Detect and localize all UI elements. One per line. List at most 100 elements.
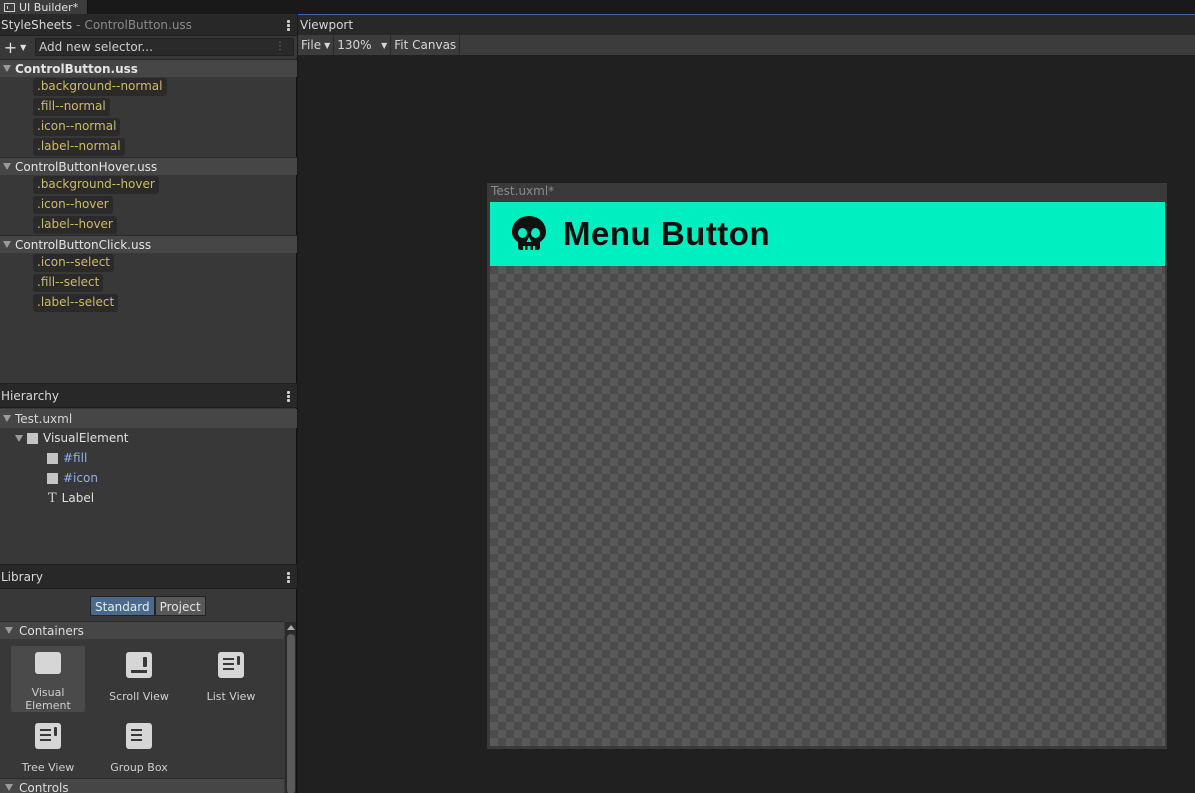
zoom-value: 130% <box>337 38 372 52</box>
tab-project[interactable]: Project <box>154 596 206 616</box>
hierarchy-root[interactable]: Test.uxml <box>0 409 297 428</box>
selector-pill[interactable]: .background--hover <box>33 176 159 194</box>
chevron-down-icon: ▼ <box>324 40 331 50</box>
stylesheets-active-file: ControlButton.uss <box>84 17 192 32</box>
add-selector-input[interactable]: Add new selector... ⋮ <box>35 38 294 56</box>
text-icon: T <box>48 490 57 506</box>
hierarchy-menu-icon[interactable] <box>287 391 290 402</box>
hierarchy-title: Hierarchy <box>1 388 60 403</box>
tab-standard[interactable]: Standard <box>90 596 155 616</box>
hierarchy-item-label: #icon <box>63 471 98 485</box>
selector-pill[interactable]: .icon--hover <box>33 196 113 214</box>
ui-builder-tab[interactable]: UI Builder* <box>0 0 88 14</box>
scroll-up-icon[interactable] <box>286 625 295 630</box>
stylesheet-file[interactable]: ControlButton.uss <box>0 59 297 77</box>
library-section-controls[interactable]: Controls <box>0 778 284 793</box>
library-menu-icon[interactable] <box>287 572 290 583</box>
selector-row[interactable]: .fill--select <box>0 273 297 293</box>
hierarchy-item[interactable]: T Label <box>0 488 297 508</box>
menu-button-label: Menu Button <box>563 215 771 252</box>
zoom-dropdown[interactable]: 130% ▼ <box>334 35 392 55</box>
selector-pill[interactable]: .icon--select <box>33 254 115 272</box>
group-box-icon <box>126 723 152 749</box>
hierarchy-item-label: Label <box>61 491 95 505</box>
library-section-containers[interactable]: Containers <box>0 621 284 639</box>
chevron-down-icon: ▼ <box>20 42 27 52</box>
canvas-frame[interactable]: Test.uxml* Menu Button <box>487 183 1167 749</box>
stylesheets-menu-icon[interactable] <box>287 20 290 31</box>
library-item-scroll-view[interactable]: Scroll View <box>102 646 176 712</box>
hierarchy-header: Hierarchy <box>0 383 297 408</box>
foldout-icon[interactable] <box>5 627 13 634</box>
selector-options-icon[interactable]: ⋮ <box>275 39 285 55</box>
library-scrollbar[interactable] <box>285 622 296 793</box>
library-title: Library <box>1 569 43 584</box>
foldout-icon[interactable] <box>3 65 11 72</box>
fit-canvas-label: Fit Canvas <box>394 38 457 52</box>
foldout-icon[interactable] <box>3 163 11 170</box>
ui-builder-tab-label: UI Builder* <box>19 0 79 14</box>
foldout-icon[interactable] <box>3 241 11 248</box>
file-menu-button[interactable]: File ▼ <box>298 35 335 55</box>
hierarchy-item[interactable]: VisualElement <box>0 428 297 448</box>
library-item-label: List View <box>206 690 256 703</box>
library-item-tree-view[interactable]: Tree View <box>11 717 85 783</box>
library-section-label: Controls <box>19 780 69 793</box>
selector-row[interactable]: .label--hover <box>0 215 297 235</box>
hierarchy-item[interactable]: #fill <box>0 448 297 468</box>
selector-pill[interactable]: .background--normal <box>33 78 167 96</box>
library-header: Library <box>0 564 297 589</box>
selector-pill[interactable]: .icon--normal <box>33 118 121 136</box>
hierarchy-item[interactable]: #icon <box>0 468 297 488</box>
foldout-icon[interactable] <box>3 415 11 422</box>
selector-row[interactable]: .background--normal <box>0 77 297 97</box>
hierarchy-item-label: VisualElement <box>43 431 129 445</box>
menu-button-preview[interactable]: Menu Button <box>490 202 1165 266</box>
visual-element-icon <box>47 472 58 484</box>
library-item-group-box[interactable]: Group Box <box>102 717 176 783</box>
library-item-label: Scroll View <box>109 690 169 703</box>
library-item-visual-element[interactable]: Visual Element <box>11 646 85 712</box>
fit-canvas-button[interactable]: Fit Canvas <box>391 35 461 55</box>
viewport-panel: Viewport File ▼ 130% ▼ Fit Canvas Test.u… <box>298 14 1195 793</box>
selector-row[interactable]: .fill--normal <box>0 97 297 117</box>
chevron-down-icon: ▼ <box>381 40 388 50</box>
list-view-icon <box>218 652 244 678</box>
stylesheets-header: StyleSheets - ControlButton.uss <box>0 14 297 36</box>
stylesheet-file-name: ControlButtonClick.uss <box>15 237 152 252</box>
tree-view-icon <box>35 723 61 749</box>
visual-element-icon <box>27 432 38 444</box>
scroll-view-icon <box>126 652 152 678</box>
selector-row[interactable]: .icon--normal <box>0 117 297 137</box>
viewport-toolbar: File ▼ 130% ▼ Fit Canvas <box>298 35 1195 55</box>
selector-pill[interactable]: .label--select <box>33 294 119 312</box>
library-item-label: Group Box <box>110 761 168 774</box>
library-item-label: Visual Element <box>25 686 71 712</box>
add-stylesheet-button[interactable]: + ▼ <box>0 36 30 58</box>
library-item-list-view[interactable]: List View <box>194 646 268 712</box>
selector-pill[interactable]: .fill--select <box>33 274 104 292</box>
foldout-icon[interactable] <box>5 784 13 791</box>
stylesheet-file[interactable]: ControlButtonClick.uss <box>0 235 297 253</box>
selector-row[interactable]: .icon--hover <box>0 195 297 215</box>
scrollbar-thumb[interactable] <box>286 634 295 793</box>
canvas[interactable]: Menu Button <box>490 202 1165 746</box>
library-item-label: Tree View <box>21 761 75 774</box>
selector-pill[interactable]: .label--hover <box>33 216 117 234</box>
window-tab-strip: UI Builder* <box>0 0 1195 14</box>
selector-pill[interactable]: .label--normal <box>33 138 125 156</box>
foldout-icon[interactable] <box>15 434 23 442</box>
add-selector-placeholder: Add new selector... <box>39 40 153 54</box>
selector-pill[interactable]: .fill--normal <box>33 98 110 116</box>
hierarchy-item-label: #fill <box>63 451 88 465</box>
stylesheets-separator: - <box>76 17 81 32</box>
library-tabs: Standard Project <box>90 596 206 616</box>
viewport-title: Viewport <box>300 18 354 32</box>
visual-element-icon <box>47 452 58 464</box>
selector-row[interactable]: .label--select <box>0 293 297 313</box>
plus-icon: + <box>3 37 18 57</box>
stylesheet-file[interactable]: ControlButtonHover.uss <box>0 157 297 175</box>
selector-row[interactable]: .background--hover <box>0 175 297 195</box>
selector-row[interactable]: .label--normal <box>0 137 297 157</box>
selector-row[interactable]: .icon--select <box>0 253 297 273</box>
